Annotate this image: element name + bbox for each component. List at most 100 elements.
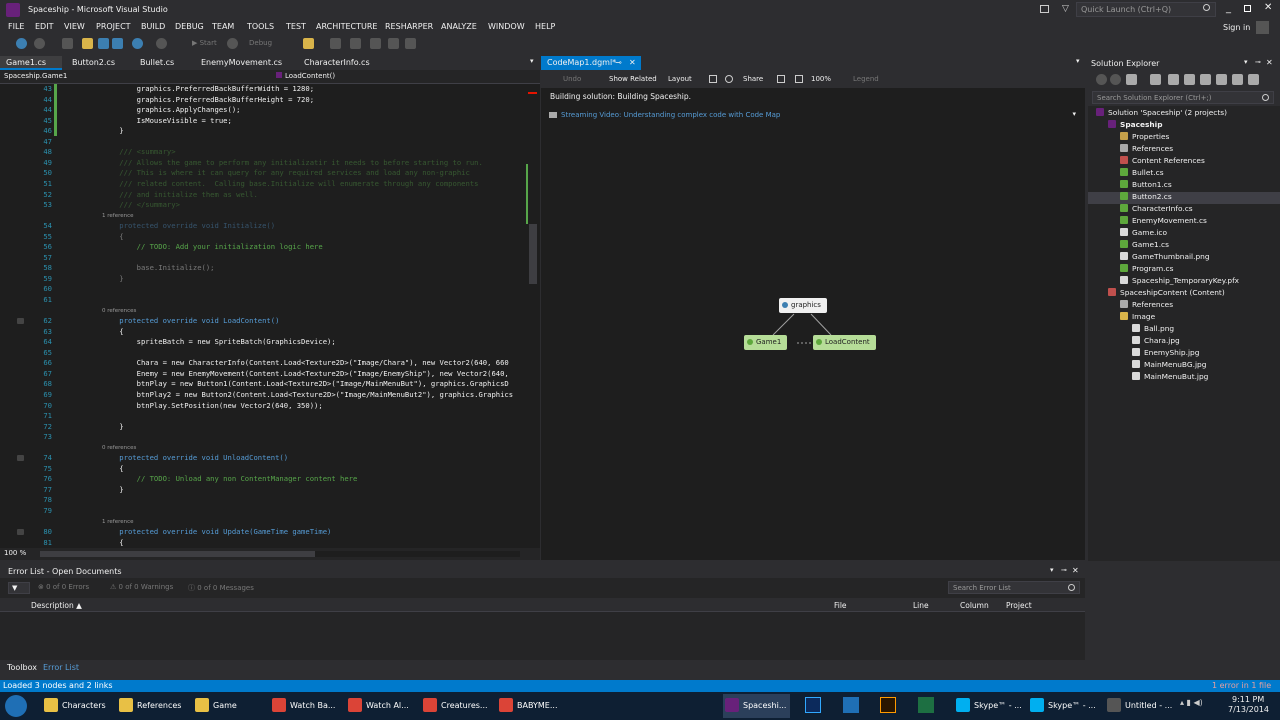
warnings-toggle[interactable]: ⚠ 0 of 0 Warnings: [110, 583, 173, 591]
tab-toolbox[interactable]: Toolbox: [7, 663, 37, 672]
line-column-header[interactable]: Line: [913, 601, 929, 610]
back-icon[interactable]: [16, 38, 27, 49]
forward-icon[interactable]: [34, 38, 45, 49]
comment-icon[interactable]: [388, 38, 399, 49]
minimize-button[interactable]: _: [1226, 3, 1231, 14]
feedback-icon[interactable]: ▽: [1062, 4, 1069, 14]
project-column-header[interactable]: Project: [1006, 601, 1032, 610]
tree-item[interactable]: GameThumbnail.png: [1088, 252, 1280, 264]
redo-icon[interactable]: [156, 38, 167, 49]
tab-button2[interactable]: Button2.cs: [66, 56, 121, 70]
clock-date[interactable]: 7/13/2014: [1228, 705, 1269, 714]
tab-bullet[interactable]: Bullet.cs: [134, 56, 180, 70]
taskbar-item[interactable]: References: [117, 694, 185, 718]
tree-item[interactable]: Content References: [1088, 156, 1280, 168]
open-icon[interactable]: [82, 38, 93, 49]
taskbar-item[interactable]: BABYME...: [497, 694, 561, 718]
close-panel-icon[interactable]: ✕: [1072, 566, 1079, 575]
tree-item[interactable]: EnemyMovement.cs: [1088, 216, 1280, 228]
task-media-icon[interactable]: [843, 697, 859, 713]
filter-icon[interactable]: [709, 75, 717, 83]
menu-debug[interactable]: DEBUG: [175, 22, 204, 31]
share-button[interactable]: Share: [743, 75, 763, 83]
tree-item[interactable]: Button2.cs: [1088, 192, 1280, 204]
tree-item[interactable]: Chara.jpg: [1088, 336, 1280, 348]
legend-button[interactable]: Legend: [853, 75, 879, 83]
game1-node[interactable]: Game1: [744, 335, 788, 350]
quick-launch-input[interactable]: Quick Launch (Ctrl+Q): [1076, 2, 1216, 17]
dropdown-icon[interactable]: ▾: [1050, 566, 1054, 574]
pin-icon[interactable]: ⊸: [1061, 566, 1067, 574]
tree-item[interactable]: Ball.png: [1088, 324, 1280, 336]
tree-item[interactable]: Program.cs: [1088, 264, 1280, 276]
taskbar-item[interactable]: Skype™ - ...: [1028, 694, 1100, 718]
preview-icon[interactable]: [1248, 74, 1259, 85]
horizontal-scrollbar[interactable]: [40, 551, 520, 557]
undo-button[interactable]: Undo: [563, 75, 581, 83]
error-status[interactable]: 1 error in 1 file: [1212, 681, 1271, 690]
menu-file[interactable]: FILE: [8, 22, 24, 31]
menu-project[interactable]: PROJECT: [96, 22, 131, 31]
codemap-canvas[interactable]: Building solution: Building Spaceship. S…: [541, 88, 1085, 560]
zoom-dropdown[interactable]: 100 %: [4, 549, 26, 557]
tree-item[interactable]: References: [1088, 300, 1280, 312]
start-debug-button[interactable]: ▶ Start: [188, 37, 221, 50]
pin-icon[interactable]: ⊸: [1255, 58, 1261, 66]
tree-item[interactable]: Image: [1088, 312, 1280, 324]
maximize-button[interactable]: [1244, 5, 1251, 12]
menu-architecture[interactable]: ARCHITECTURE: [316, 22, 377, 31]
collapse-all-icon[interactable]: [1184, 74, 1195, 85]
tab-game1[interactable]: Game1.cs: [0, 56, 62, 70]
tree-item[interactable]: References: [1088, 144, 1280, 156]
close-window-button[interactable]: ✕: [1264, 2, 1272, 13]
menu-help[interactable]: HELP: [535, 22, 555, 31]
menu-view[interactable]: VIEW: [64, 22, 85, 31]
layout-button[interactable]: Layout: [668, 75, 692, 83]
properties-icon[interactable]: [1232, 74, 1243, 85]
home-icon[interactable]: [1126, 74, 1137, 85]
codemap-zoom-dropdown[interactable]: 100%: [811, 75, 831, 83]
tree-item[interactable]: Button1.cs: [1088, 180, 1280, 192]
tree-item[interactable]: MainMenuBG.jpg: [1088, 360, 1280, 372]
tree-item[interactable]: MainMenuBut.jpg: [1088, 372, 1280, 384]
tree-item[interactable]: Game1.cs: [1088, 240, 1280, 252]
tab-error-list[interactable]: Error List: [43, 663, 79, 672]
tree-item[interactable]: SpaceshipContent (Content): [1088, 288, 1280, 300]
show-all-files-icon[interactable]: [1200, 74, 1211, 85]
menu-window[interactable]: WINDOW: [488, 22, 525, 31]
error-search-input[interactable]: Search Error List: [948, 581, 1080, 594]
tree-item[interactable]: CharacterInfo.cs: [1088, 204, 1280, 216]
file-column-header[interactable]: File: [834, 601, 847, 610]
tab-dropdown-icon[interactable]: ▾: [530, 57, 534, 65]
menu-analyze[interactable]: ANALYZE: [441, 22, 477, 31]
view-code-icon[interactable]: [1216, 74, 1227, 85]
close-tab-icon[interactable]: ✕: [629, 58, 636, 67]
taskbar-item[interactable]: Untitled - ...: [1105, 694, 1176, 718]
tab-characterinfo[interactable]: CharacterInfo.cs: [298, 56, 376, 70]
graphics-node[interactable]: graphics: [779, 298, 827, 313]
description-column-header[interactable]: Description ▲: [31, 601, 82, 610]
breakpoint-margin-icon[interactable]: [17, 318, 24, 325]
uncomment-icon[interactable]: [405, 38, 416, 49]
save-all-icon[interactable]: [112, 38, 123, 49]
taskbar-item[interactable]: Game: [193, 694, 241, 718]
messages-toggle[interactable]: ⓘ 0 of 0 Messages: [188, 583, 254, 593]
show-related-button[interactable]: Show Related: [609, 75, 657, 83]
pin-icon[interactable]: ⊸: [615, 58, 622, 67]
taskbar-item[interactable]: Characters: [42, 694, 110, 718]
tree-item[interactable]: Spaceship: [1088, 120, 1280, 132]
task-ps-icon[interactable]: [805, 697, 821, 713]
start-button[interactable]: [5, 695, 27, 717]
undo-icon[interactable]: [132, 38, 143, 49]
taskbar-item[interactable]: Creatures...: [421, 694, 492, 718]
refresh-icon[interactable]: [227, 38, 238, 49]
user-avatar[interactable]: [1256, 21, 1269, 34]
breakpoint-margin-icon[interactable]: [17, 455, 24, 462]
menu-team[interactable]: TEAM: [212, 22, 234, 31]
save-icon[interactable]: [98, 38, 109, 49]
pan-icon[interactable]: [795, 75, 803, 83]
menu-tools[interactable]: TOOLS: [247, 22, 274, 31]
class-nav-dropdown[interactable]: Spaceship.Game1: [4, 72, 266, 83]
zoom-to-fit-icon[interactable]: [777, 75, 785, 83]
forward-icon[interactable]: [1110, 74, 1121, 85]
